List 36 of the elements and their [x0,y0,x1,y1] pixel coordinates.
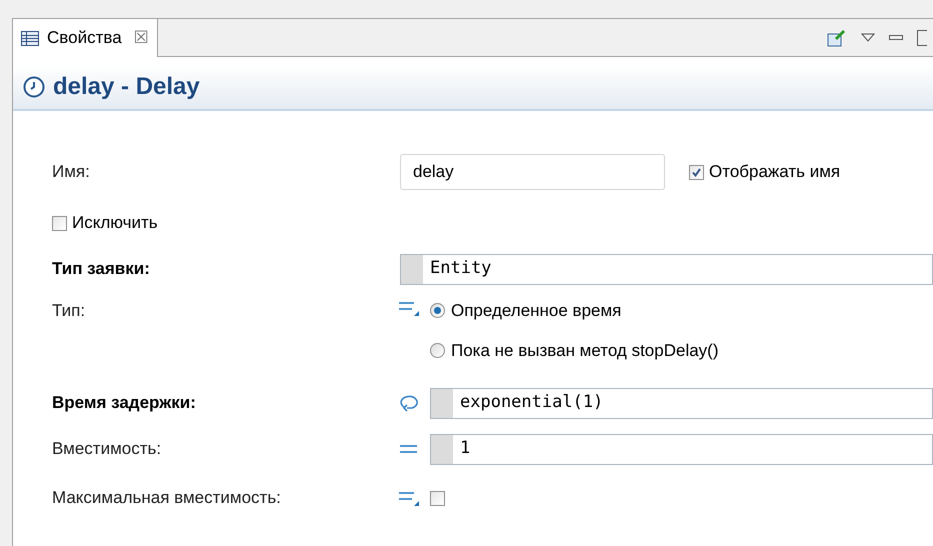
header-title: delay - Delay [53,72,200,102]
loop-arrow-icon[interactable] [398,394,420,412]
code-field[interactable]: 1 [430,434,933,464]
close-icon[interactable]: ☒ [134,25,149,51]
checkbox[interactable] [430,490,445,506]
name-field[interactable]: delay [400,154,665,190]
equals-menu-icon[interactable] [398,490,420,506]
field-label: Максимальная вместимость: [52,488,281,507]
clock-icon [23,76,45,98]
checkbox[interactable] [52,216,67,230]
radio-button[interactable] [430,303,445,318]
equals-icon[interactable] [399,444,419,454]
code-text: Entity [429,257,492,280]
code-field[interactable]: exponential(1) [430,388,933,418]
radio-label[interactable]: Определенное время [451,298,622,324]
checkbox[interactable] [689,164,704,180]
field-label: Имя: [52,162,90,181]
minimize-icon[interactable] [889,34,903,40]
table-icon [21,30,39,46]
tab-label: Свойства [47,27,122,50]
dropdown-icon[interactable] [861,33,875,42]
maximize-icon[interactable] [917,30,927,46]
code-text: exponential(1) [459,391,604,414]
equals-menu-icon[interactable] [398,300,420,316]
radio-button[interactable] [430,342,445,358]
field-label: Тип: [52,301,86,320]
pin-icon[interactable] [827,28,847,46]
checkbox-label[interactable]: Отображать имя [709,159,840,185]
field-label: Тип заявки: [52,259,150,278]
properties-tab[interactable]: Свойства ☒ [13,19,158,57]
code-text: 1 [459,437,470,460]
code-field[interactable]: Entity [400,254,933,284]
field-label: Время задержки: [52,393,196,412]
radio-label[interactable]: Пока не вызван метод stopDelay() [451,338,718,363]
field-label: Вместимость: [52,439,162,458]
checkbox-label[interactable]: Исключить [72,210,158,236]
